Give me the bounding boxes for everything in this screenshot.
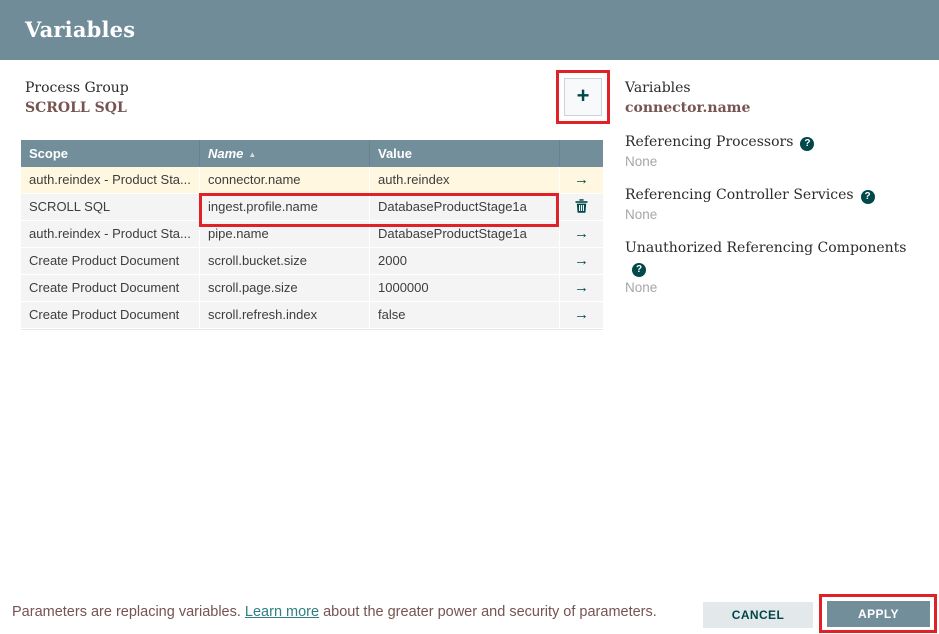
cell-scope: Create Product Document <box>21 275 200 301</box>
table-row[interactable]: Create Product Document scroll.refresh.i… <box>21 302 603 329</box>
apply-button[interactable]: APPLY <box>827 601 930 627</box>
detail-section-label: Unauthorized Referencing Components <box>625 240 907 256</box>
cancel-button[interactable]: CANCEL <box>703 602 813 628</box>
cell-actions: → <box>560 221 603 247</box>
cell-name: scroll.page.size <box>200 275 370 301</box>
table-row[interactable]: SCROLL SQL ingest.profile.name DatabaseP… <box>21 194 603 221</box>
go-to-icon[interactable]: → <box>574 221 589 247</box>
process-group-label: Process Group <box>25 80 129 96</box>
column-header-name[interactable]: Name ▲ <box>200 140 370 167</box>
table-row[interactable]: auth.reindex - Product Sta... connector.… <box>21 167 603 194</box>
cell-value: DatabaseProductStage1a <box>370 194 560 220</box>
cell-value: auth.reindex <box>370 167 560 193</box>
cell-scope: auth.reindex - Product Sta... <box>21 167 200 193</box>
delete-icon[interactable] <box>575 194 588 220</box>
column-header-value[interactable]: Value <box>370 140 560 167</box>
detail-group: Referencing Controller Services? None <box>625 185 925 225</box>
process-group-block: Process Group SCROLL SQL <box>25 78 129 118</box>
variables-dialog: Variables Process Group SCROLL SQL + Sco… <box>0 0 939 634</box>
dialog-title: Variables <box>25 17 136 42</box>
plus-icon: + <box>576 83 590 108</box>
cell-actions: → <box>560 167 603 193</box>
column-header-scope[interactable]: Scope <box>21 140 200 167</box>
table-body: auth.reindex - Product Sta... connector.… <box>21 167 603 329</box>
help-icon[interactable]: ? <box>800 137 815 151</box>
go-to-icon[interactable]: → <box>574 167 589 193</box>
learn-more-link[interactable]: Learn more <box>245 604 319 620</box>
detail-group: Unauthorized Referencing Components? Non… <box>625 238 925 298</box>
cell-scope: Create Product Document <box>21 302 200 328</box>
details-panel: Variables connector.name Referencing Pro… <box>625 78 925 311</box>
add-variable-button[interactable]: + <box>564 78 602 116</box>
cell-name: ingest.profile.name <box>200 194 370 220</box>
parameters-notice: Parameters are replacing variables. Lear… <box>12 604 657 620</box>
detail-section-label: Referencing Processors <box>625 134 794 150</box>
cell-name: connector.name <box>200 167 370 193</box>
help-icon[interactable]: ? <box>860 190 875 204</box>
variables-section-label: Variables <box>625 80 691 96</box>
detail-group: Referencing Processors? None <box>625 132 925 172</box>
go-to-icon[interactable]: → <box>574 275 589 301</box>
detail-section-value: None <box>625 280 658 295</box>
cell-scope: Create Product Document <box>21 248 200 274</box>
cell-name: scroll.bucket.size <box>200 248 370 274</box>
selected-variable-name[interactable]: connector.name <box>625 98 925 118</box>
detail-section-value: None <box>625 154 658 169</box>
detail-sections: Referencing Processors? None Referencing… <box>625 132 925 298</box>
cell-value: DatabaseProductStage1a <box>370 221 560 247</box>
cell-scope: SCROLL SQL <box>21 194 200 220</box>
cell-value: false <box>370 302 560 328</box>
detail-section-value: None <box>625 207 658 222</box>
process-group-value: SCROLL SQL <box>25 100 127 116</box>
table-row[interactable]: Create Product Document scroll.page.size… <box>21 275 603 302</box>
dialog-titlebar: Variables <box>0 0 939 60</box>
go-to-icon[interactable]: → <box>574 248 589 274</box>
variables-table: Scope Name ▲ Value auth.reindex - Product… <box>21 140 603 330</box>
cell-actions: → <box>560 302 603 328</box>
cell-value: 2000 <box>370 248 560 274</box>
cell-actions: → <box>560 248 603 274</box>
sort-asc-icon: ▲ <box>248 150 257 159</box>
column-header-actions <box>560 140 603 167</box>
cell-value: 1000000 <box>370 275 560 301</box>
table-row[interactable]: auth.reindex - Product Sta... pipe.name … <box>21 221 603 248</box>
table-row[interactable]: Create Product Document scroll.bucket.si… <box>21 248 603 275</box>
table-header-row: Scope Name ▲ Value <box>21 140 603 167</box>
help-icon[interactable]: ? <box>632 263 646 277</box>
go-to-icon[interactable]: → <box>574 302 589 328</box>
detail-section-label: Referencing Controller Services <box>625 187 854 203</box>
cell-name: scroll.refresh.index <box>200 302 370 328</box>
cell-actions: → <box>560 194 603 220</box>
cell-actions: → <box>560 275 603 301</box>
cell-scope: auth.reindex - Product Sta... <box>21 221 200 247</box>
cell-name: pipe.name <box>200 221 370 247</box>
